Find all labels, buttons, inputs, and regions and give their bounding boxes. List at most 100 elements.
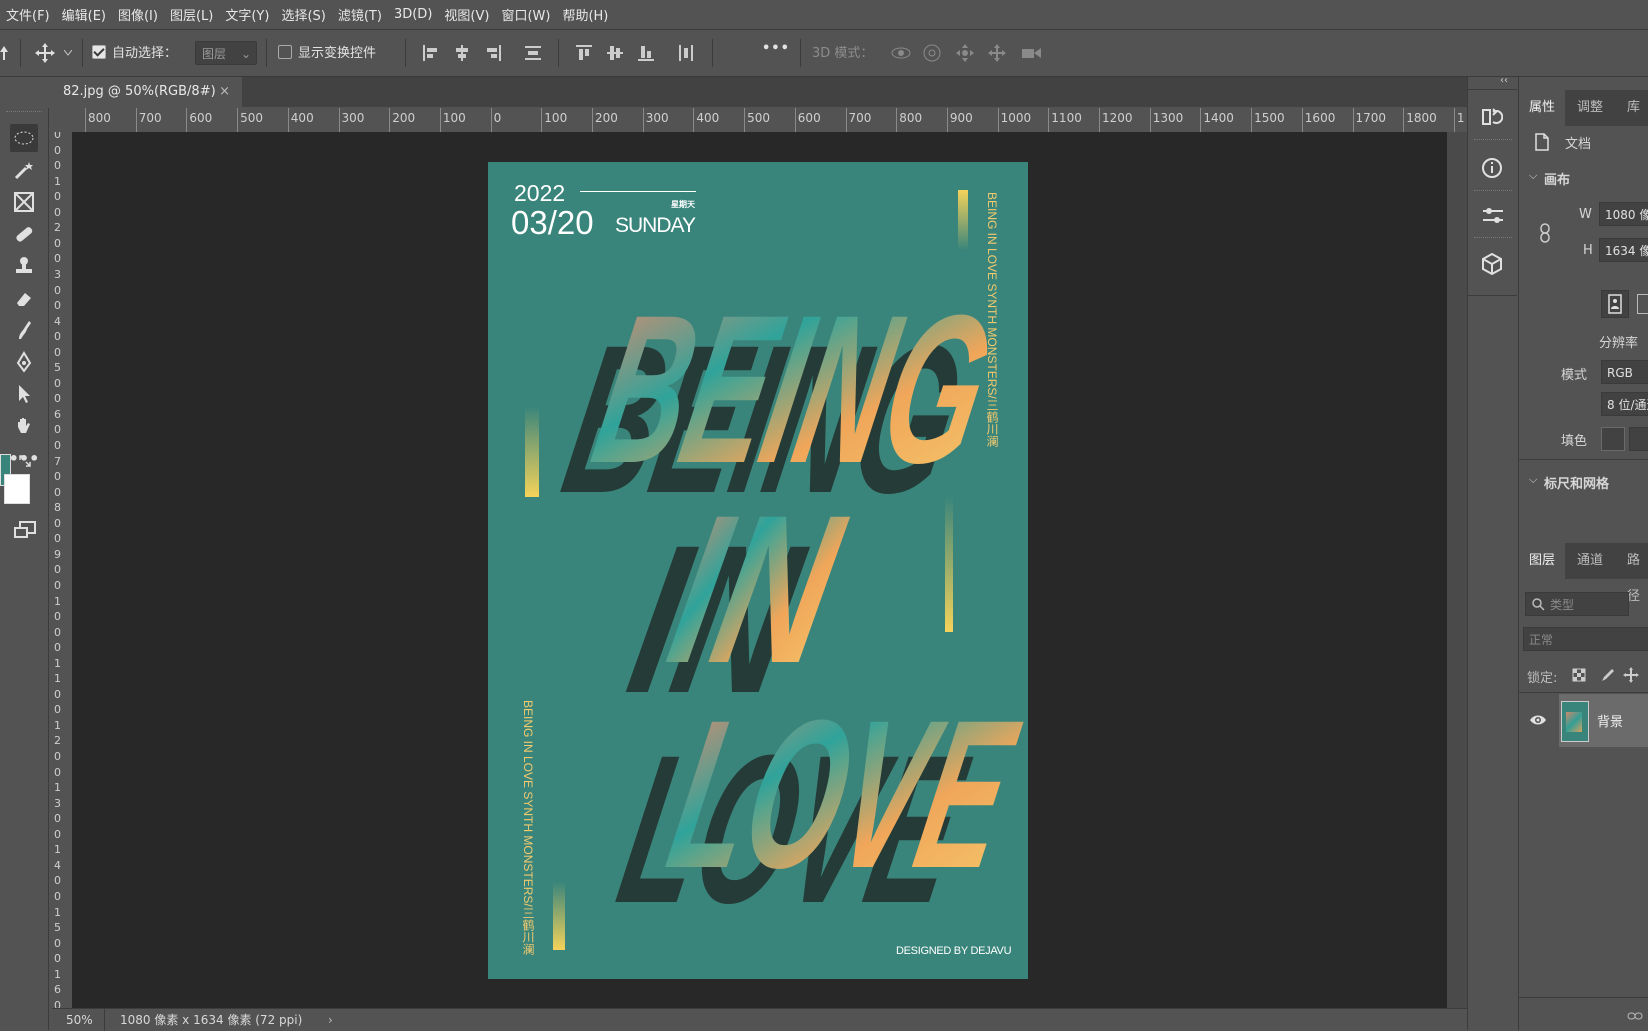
- hand-tool[interactable]: [10, 412, 38, 440]
- home-arrow-icon[interactable]: [0, 46, 8, 60]
- menu-item[interactable]: 图层(L): [164, 5, 219, 24]
- tab-paths[interactable]: 路径: [1617, 543, 1648, 604]
- link-layers-icon[interactable]: [1627, 1010, 1643, 1022]
- align-bottom-icon[interactable]: [636, 43, 656, 63]
- blend-mode-dropdown[interactable]: 正常: [1523, 627, 1648, 651]
- adjustments-panel-icon[interactable]: [1481, 205, 1505, 227]
- fill-swatch[interactable]: [1601, 427, 1625, 451]
- eye-visibility-icon[interactable]: [1529, 713, 1547, 727]
- menu-item[interactable]: 文件(F): [0, 5, 56, 24]
- poster-credit: DESIGNED BY DEJAVU: [896, 945, 1012, 957]
- clone-stamp-tool[interactable]: [10, 252, 38, 280]
- tab-channels[interactable]: 通道: [1567, 543, 1613, 579]
- menu-item[interactable]: 帮助(H): [556, 5, 614, 24]
- ruler-label: 400: [290, 111, 314, 125]
- layers-tab-bar: 图层 通道 路径: [1519, 543, 1648, 604]
- background-color-swatch[interactable]: [4, 474, 30, 504]
- chevron-down-icon: ⌄: [240, 47, 251, 61]
- align-top-icon[interactable]: [574, 43, 594, 63]
- history-panel-icon[interactable]: [1481, 106, 1503, 128]
- frame-tool[interactable]: [10, 188, 38, 216]
- ruler-tick: [1149, 108, 1151, 132]
- menu-item[interactable]: 选择(S): [275, 5, 331, 24]
- panel-icon-divider: [1468, 89, 1517, 90]
- 3d-pan-icon[interactable]: [955, 43, 975, 63]
- ruler-label: 100: [442, 111, 466, 125]
- ruler-tick: [693, 108, 695, 132]
- healing-brush-tool[interactable]: [10, 220, 38, 248]
- tab-libraries[interactable]: 库: [1617, 90, 1648, 126]
- lock-image-pixels-icon[interactable]: [1598, 667, 1614, 683]
- elliptical-marquee-tool[interactable]: [10, 124, 38, 152]
- ruler-label: 300: [645, 111, 669, 125]
- layer-name[interactable]: 背景: [1597, 711, 1623, 730]
- tab-layers[interactable]: 图层: [1519, 543, 1566, 579]
- tab-properties[interactable]: 属性: [1519, 90, 1566, 126]
- menu-item[interactable]: 视图(V): [438, 5, 495, 24]
- zoom-level[interactable]: 50%: [66, 1009, 93, 1031]
- section-divider: [1519, 997, 1648, 998]
- ruler-label: 3: [54, 796, 61, 810]
- landscape-orientation-button[interactable]: [1637, 294, 1648, 314]
- menu-item[interactable]: 图像(I): [112, 5, 164, 24]
- menu-item[interactable]: 3D(D): [388, 7, 438, 22]
- menu-item[interactable]: 文字(Y): [219, 5, 275, 24]
- 3d-camera-icon[interactable]: [1020, 43, 1044, 63]
- status-expand-arrow[interactable]: ›: [328, 1009, 333, 1031]
- 3d-orbit-icon[interactable]: [890, 43, 912, 63]
- chevron-down-icon[interactable]: [64, 50, 72, 56]
- menu-item[interactable]: 滤镜(T): [332, 5, 388, 24]
- ruler-label: 0: [54, 252, 61, 266]
- tab-adjustments[interactable]: 调整: [1567, 90, 1613, 126]
- distribute-horizontal-icon[interactable]: [676, 43, 696, 63]
- align-hcenter-icon[interactable]: [452, 43, 472, 63]
- collapse-panels-icon[interactable]: ‹‹: [1500, 75, 1508, 86]
- close-tab-icon[interactable]: ×: [219, 77, 230, 107]
- auto-select-target-dropdown[interactable]: 图层 ⌄: [195, 41, 257, 65]
- bit-depth-dropdown[interactable]: 8 位/通道: [1601, 392, 1648, 416]
- link-chain-icon[interactable]: [1539, 223, 1551, 243]
- pen-tool[interactable]: [10, 348, 38, 376]
- ruler-label: 0: [54, 159, 61, 173]
- vertical-scrollbar[interactable]: [1447, 132, 1467, 1008]
- chevron-down-icon[interactable]: ⌵: [1529, 473, 1537, 487]
- resolution-label: 分辨率: [1599, 336, 1639, 351]
- portrait-icon: [1608, 294, 1622, 314]
- more-options-button[interactable]: •••: [762, 41, 790, 56]
- fill-dropdown[interactable]: [1629, 427, 1648, 451]
- portrait-orientation-button[interactable]: [1601, 290, 1629, 318]
- screen-mode-icon[interactable]: [12, 520, 38, 542]
- lock-position-icon[interactable]: [1623, 667, 1639, 683]
- distribute-vertical-icon[interactable]: [523, 43, 543, 63]
- path-selection-tool[interactable]: [10, 380, 38, 408]
- menu-item[interactable]: 编辑(E): [56, 5, 112, 24]
- info-panel-icon[interactable]: [1481, 157, 1503, 179]
- ruler-label: 9: [54, 547, 61, 561]
- swap-colors-icon[interactable]: [18, 454, 32, 468]
- show-transform-checkbox[interactable]: [278, 45, 292, 59]
- align-left-icon[interactable]: [421, 43, 441, 63]
- align-right-icon[interactable]: [483, 43, 503, 63]
- width-field[interactable]: 1080 像素: [1599, 202, 1648, 226]
- eraser-tool[interactable]: [10, 284, 38, 312]
- magic-wand-tool[interactable]: [10, 156, 38, 184]
- auto-select-checkbox[interactable]: [92, 45, 106, 59]
- mode-dropdown[interactable]: RGB: [1601, 360, 1648, 384]
- 3d-panel-icon[interactable]: [1481, 252, 1503, 276]
- menu-item[interactable]: 窗口(W): [495, 5, 556, 24]
- vertical-ruler: 0001002003004005006007008009001000110012…: [52, 132, 73, 1008]
- 3d-roll-icon[interactable]: [922, 43, 942, 63]
- canvas-section-title[interactable]: 画布: [1544, 169, 1570, 188]
- document-info[interactable]: 1080 像素 x 1634 像素 (72 ppi): [120, 1009, 302, 1031]
- move-tool-icon[interactable]: [34, 42, 56, 64]
- height-field[interactable]: 1634 像素: [1599, 238, 1648, 262]
- align-vcenter-icon[interactable]: [605, 43, 625, 63]
- chevron-down-icon[interactable]: ⌵: [1529, 169, 1537, 183]
- document-tab[interactable]: 82.jpg @ 50%(RGB/8#) ×: [52, 77, 242, 107]
- 3d-slide-icon[interactable]: [987, 43, 1007, 63]
- lock-transparent-pixels-icon[interactable]: [1572, 668, 1586, 682]
- rulers-grids-section-title[interactable]: 标尺和网格: [1544, 473, 1609, 492]
- smudge-tool[interactable]: [10, 316, 38, 344]
- layer-row-background[interactable]: 背景: [1559, 694, 1648, 747]
- ruler-label: 1000: [1000, 111, 1032, 125]
